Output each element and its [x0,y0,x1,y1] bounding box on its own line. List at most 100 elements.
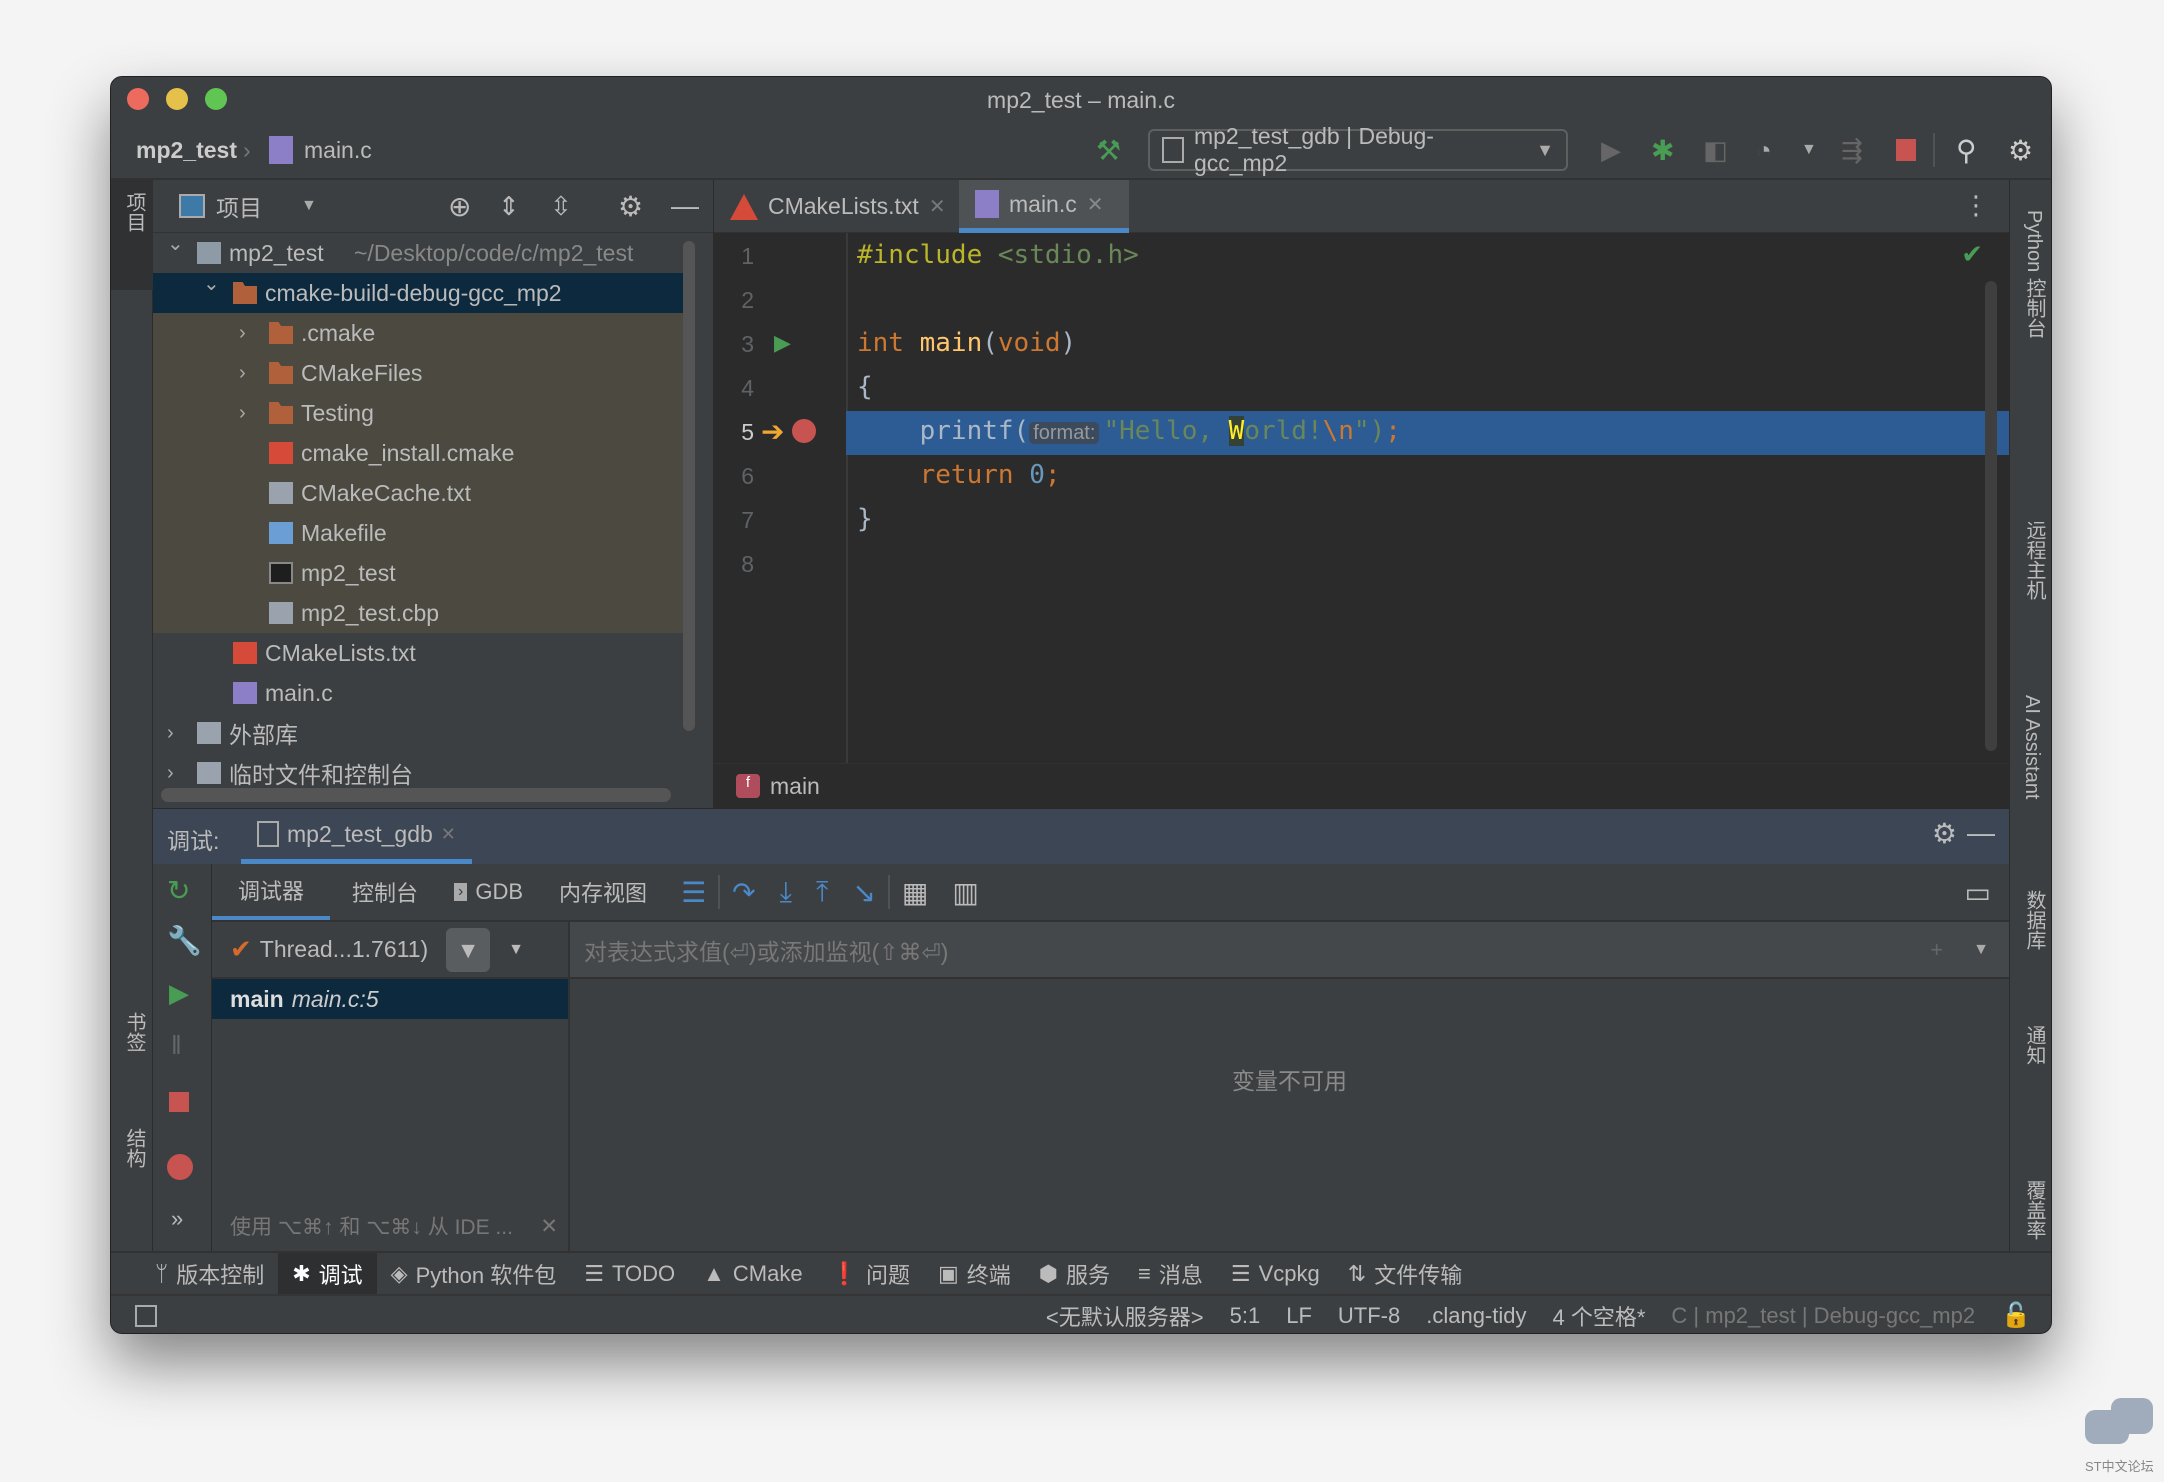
strip-database[interactable]: 数据库 [2020,890,2049,950]
run-gutter-icon[interactable]: ▶ [774,330,791,356]
status-server[interactable]: <无默认服务器> [1046,1300,1204,1332]
add-watch-icon[interactable]: + [1930,937,1973,963]
close-tab-icon[interactable]: ✕ [929,194,946,219]
strip-project-button[interactable]: 项目 [111,180,153,290]
attach-icon[interactable]: ⇶ [1841,135,1863,166]
tool-window-8[interactable]: ≡ 消息 [1124,1253,1217,1294]
locate-icon[interactable]: ⊕ [448,190,471,223]
view-breakpoints-icon[interactable] [167,1154,193,1180]
close-hint-icon[interactable]: ✕ [540,1214,558,1239]
stop-icon[interactable] [1896,139,1916,161]
frame-item[interactable]: main main.c:5 [212,979,568,1019]
debug-bug-icon[interactable]: ✱ [1651,134,1674,167]
rerun-icon[interactable]: ↻ [167,874,190,907]
run-icon[interactable]: ▶ [1601,135,1621,166]
gear-icon[interactable]: ⚙ [2008,134,2033,167]
tool-window-4[interactable]: ▲ CMake [689,1253,816,1294]
tree-item[interactable]: CMakeLists.txt [153,633,683,673]
code-view[interactable]: 1 2 3 4 5 6 7 8 ▶ ➔ #include <stdio.h> int main… [714,233,2009,763]
status-line-ending[interactable]: LF [1286,1303,1312,1329]
show-execution-point-icon[interactable]: ☰ [669,876,718,909]
more-actions-icon[interactable]: » [171,1206,183,1232]
strip-ai-assistant[interactable]: AI Assistant [2020,695,2043,800]
thread-selector[interactable]: ✔ Thread...1.7611) ▼ ▼ [212,922,568,979]
chevron-down-icon[interactable]: ▼ [301,197,317,215]
search-icon[interactable]: ⚲ [1956,134,1977,167]
settings-wrench-icon[interactable]: 🔧 [167,924,202,957]
breakpoint-icon[interactable] [792,419,816,443]
layout-settings-icon[interactable]: ▭ [1947,876,2009,909]
coverage-icon[interactable]: ◧ [1703,135,1728,166]
tree-item[interactable]: ⌄ mp2_test ~/Desktop/code/c/mp2_test [153,233,683,273]
gear-icon[interactable]: ⚙ [618,190,643,223]
more-options-icon[interactable]: ⋮ [1963,190,1989,221]
tool-window-7[interactable]: ⬢ 服务 [1025,1253,1124,1294]
toggle-tool-windows-icon[interactable] [135,1304,157,1327]
resume-icon[interactable]: ▶ [169,978,189,1009]
evaluate-expression-icon[interactable]: ▦ [890,876,940,909]
tab-cmakelists[interactable]: CMakeLists.txt ✕ [714,180,959,233]
tool-window-2[interactable]: ◈ Python 软件包 [377,1253,571,1294]
tree-item[interactable]: ⌄ cmake-build-debug-gcc_mp2 [153,273,683,313]
collapse-all-icon[interactable]: ⇳ [550,191,572,222]
breadcrumb-file[interactable]: main.c [304,137,372,164]
tool-window-5[interactable]: ❗ 问题 [817,1253,924,1294]
tree-item[interactable]: mp2_test [153,553,683,593]
tree-item[interactable]: cmake_install.cmake [153,433,683,473]
tree-item[interactable]: Makefile [153,513,683,553]
stop-icon[interactable] [169,1092,189,1112]
run-to-cursor-icon[interactable]: ↘ [840,876,887,909]
tree-item[interactable]: › 临时文件和控制台 [153,753,683,793]
step-into-icon[interactable]: ⤓ [768,876,804,909]
strip-structure[interactable]: 结构 [120,1128,149,1168]
project-panel-title[interactable]: 项目 [216,189,262,223]
filter-icon[interactable]: ▼ [446,927,491,972]
tree-item[interactable]: main.c [153,673,683,713]
strip-notifications[interactable]: 通知 [2020,1025,2049,1065]
hide-panel-icon[interactable]: — [671,190,699,222]
layout-icon[interactable]: ▥ [940,876,990,909]
close-tab-icon[interactable]: ✕ [441,824,456,845]
strip-coverage[interactable]: 覆盖率 [2020,1180,2049,1240]
debug-session-tab[interactable]: mp2_test_gdb ✕ [241,809,472,864]
tab-gdb[interactable]: › GDB [440,864,537,920]
status-context[interactable]: C | mp2_test | Debug-gcc_mp2 [1671,1303,1975,1329]
tab-console[interactable]: 控制台 [330,864,440,920]
chevron-down-icon[interactable]: ⌄ [167,233,184,256]
profile-dropdown-icon[interactable]: ▼ [1801,141,1817,159]
chevron-right-icon[interactable]: › [239,402,246,425]
profile-icon[interactable]: ◔ [1756,135,1772,166]
tree-item[interactable]: › 外部库 [153,713,683,753]
hide-panel-icon[interactable]: — [1967,817,1995,849]
build-hammer-icon[interactable]: ⚒ [1096,134,1121,167]
status-clang-tidy[interactable]: .clang-tidy [1426,1303,1526,1329]
strip-bookmarks[interactable]: 书签 [120,1012,149,1052]
tool-window-3[interactable]: ☰ TODO [570,1253,689,1294]
tree-item[interactable]: › Testing [153,393,683,433]
strip-remote-host[interactable]: 远程主机 [2020,520,2049,600]
breadcrumb-project[interactable]: mp2_test [136,137,237,164]
chevron-down-icon[interactable]: ⌄ [203,271,220,296]
tool-window-6[interactable]: ▣ 终端 [924,1253,1025,1294]
vertical-scrollbar[interactable] [683,241,695,731]
tab-debugger[interactable]: 调试器 [212,864,331,920]
chevron-down-icon[interactable]: ▼ [508,941,524,959]
chevron-right-icon[interactable]: › [167,762,174,785]
tool-window-9[interactable]: ☰ Vcpkg [1217,1253,1334,1294]
chevron-right-icon[interactable]: › [239,362,246,385]
strip-python-console[interactable]: Python 控制台 [2020,210,2049,338]
tab-main-c[interactable]: main.c ✕ [959,180,1129,233]
tool-window-10[interactable]: ⇅ 文件传输 [1334,1253,1476,1294]
tab-memory-view[interactable]: 内存视图 [537,864,669,920]
status-indent[interactable]: 4 个空格* [1553,1300,1646,1332]
tree-item[interactable]: › CMakeFiles [153,353,683,393]
tree-item[interactable]: › .cmake [153,313,683,353]
step-over-icon[interactable]: ↷ [720,876,767,909]
tool-window-1[interactable]: ✱ 调试 [278,1253,377,1294]
step-out-icon[interactable]: ⤒ [804,876,840,909]
tree-item[interactable]: mp2_test.cbp [153,593,683,633]
tree-item[interactable]: CMakeCache.txt [153,473,683,513]
breadcrumb-function[interactable]: main [770,773,820,800]
horizontal-scrollbar[interactable] [161,788,671,802]
status-caret[interactable]: 5:1 [1230,1303,1261,1329]
